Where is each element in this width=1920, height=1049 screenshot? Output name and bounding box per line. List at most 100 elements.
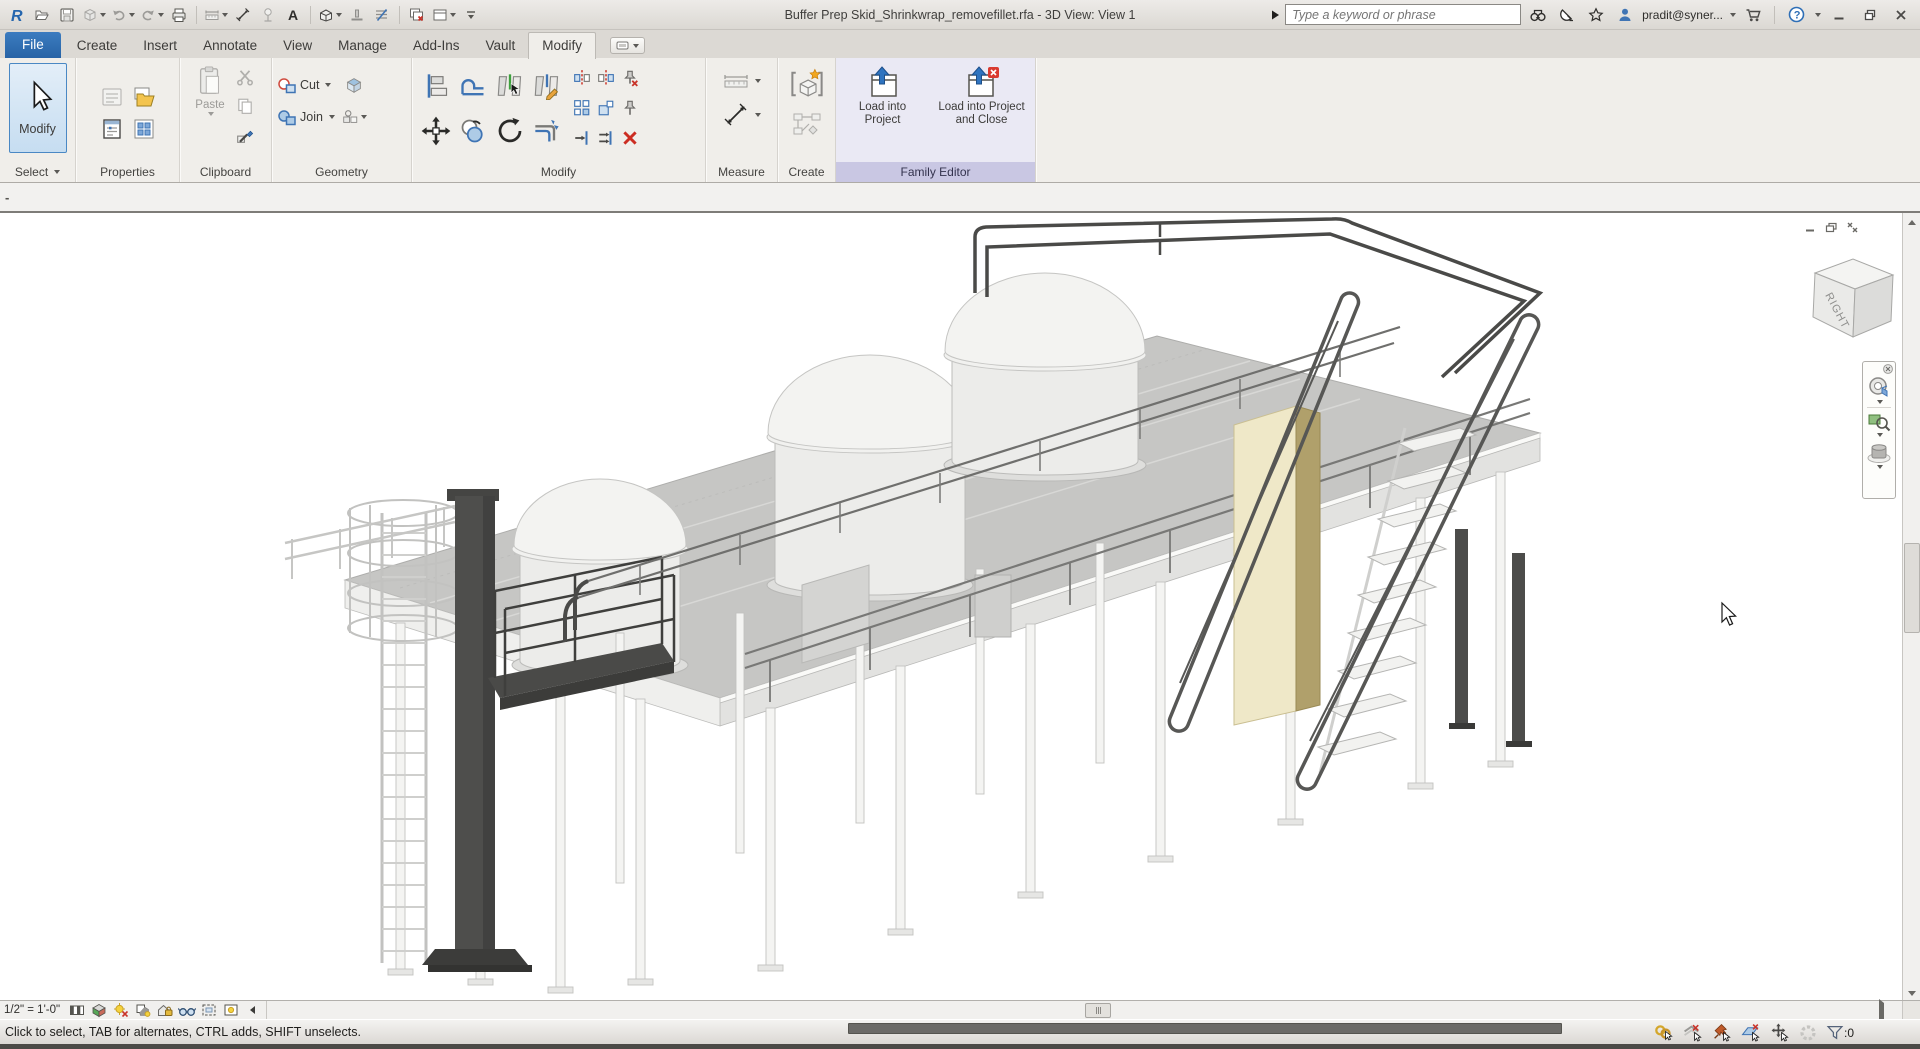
panel-label-family-editor[interactable]: Family Editor [836, 162, 1035, 182]
trim-extend-single-icon[interactable] [573, 129, 591, 147]
3d-mouse-icon[interactable] [1866, 441, 1892, 465]
ribbon-display-toggle[interactable] [610, 37, 645, 54]
pin-icon[interactable] [621, 99, 639, 117]
tag-icon[interactable] [256, 3, 280, 27]
scroll-down-button[interactable] [1904, 985, 1920, 1000]
customize-qat-icon[interactable] [459, 3, 483, 27]
panel-label-clipboard[interactable]: Clipboard [180, 162, 271, 182]
tab-add-ins[interactable]: Add-Ins [400, 33, 473, 59]
match-type-icon[interactable] [232, 122, 258, 148]
panel-label-properties[interactable]: Properties [76, 162, 179, 182]
paste-button[interactable]: Paste [193, 63, 227, 118]
tank-right[interactable] [944, 273, 1146, 481]
navigation-wheel-icon[interactable] [1866, 374, 1892, 400]
tab-create[interactable]: Create [64, 33, 131, 59]
tab-file[interactable]: File [5, 32, 61, 58]
username[interactable]: pradit@syner... [1642, 8, 1723, 22]
tab-modify[interactable]: Modify [528, 32, 596, 59]
select-links-icon[interactable] [1654, 1023, 1674, 1042]
family-category-icon[interactable] [131, 116, 157, 142]
array-icon[interactable] [573, 99, 591, 117]
family-types-icon[interactable] [99, 84, 125, 110]
view-scale[interactable]: 1/2" = 1'-0" [4, 1004, 60, 1016]
sync-icon[interactable] [80, 3, 108, 27]
select-pinned-elements-icon[interactable] [1712, 1023, 1732, 1042]
favorites-icon[interactable] [1584, 3, 1608, 27]
unpin-icon[interactable] [621, 69, 639, 87]
split-with-gap-icon[interactable] [533, 72, 561, 100]
view-bar-scroll-left-icon[interactable] [243, 1002, 262, 1019]
thin-lines-icon[interactable] [370, 3, 394, 27]
scale-icon[interactable] [597, 99, 615, 117]
paint-icon[interactable] [341, 72, 367, 98]
vertical-scrollbar[interactable] [1902, 213, 1920, 1000]
collapsed-panel-indicator[interactable]: - [5, 194, 9, 202]
view-restore-icon[interactable] [1824, 221, 1839, 234]
view-cube[interactable]: RIGHT [1795, 251, 1905, 351]
measure-between-refs-button[interactable] [723, 68, 761, 94]
switch-windows-icon[interactable] [430, 3, 458, 27]
crop-view-icon[interactable] [155, 1002, 174, 1019]
load-into-project-button[interactable]: Load into Project [842, 63, 924, 129]
communication-center-icon[interactable] [1555, 3, 1579, 27]
text-icon[interactable]: A [281, 3, 305, 27]
zoom-tool-icon[interactable] [1867, 411, 1891, 433]
mirror-pick-axis-icon[interactable] [573, 69, 591, 87]
scroll-up-button[interactable] [1904, 214, 1920, 230]
tab-vault[interactable]: Vault [472, 33, 528, 59]
copy-to-clipboard-icon[interactable] [232, 93, 258, 119]
properties-palette-icon[interactable] [99, 116, 125, 142]
tab-view[interactable]: View [270, 33, 325, 59]
tab-insert[interactable]: Insert [130, 33, 190, 59]
panel-label-geometry[interactable]: Geometry [272, 162, 411, 182]
default-3d-view-icon[interactable] [316, 3, 344, 27]
print-icon[interactable] [167, 3, 191, 27]
tab-annotate[interactable]: Annotate [190, 33, 270, 59]
select-elements-by-face-icon[interactable] [1741, 1023, 1761, 1042]
right-dark-columns[interactable] [1449, 529, 1532, 747]
show-crop-region-icon[interactable] [199, 1002, 218, 1019]
view-minimize-icon[interactable] [1803, 221, 1818, 234]
user-icon[interactable] [1613, 3, 1637, 27]
aligned-dimension-button[interactable] [723, 102, 761, 128]
help-icon[interactable]: ? [1784, 3, 1808, 27]
section-icon[interactable] [345, 3, 369, 27]
trim-extend-multiple-icon[interactable] [597, 129, 615, 147]
filter-control[interactable]: :0 [1826, 1024, 1854, 1041]
redo-icon[interactable] [138, 3, 166, 27]
horizontal-scroll-thumb[interactable] [1085, 1003, 1111, 1018]
aligned-dimension-icon[interactable] [231, 3, 255, 27]
save-icon[interactable] [55, 3, 79, 27]
resize-corner[interactable] [1902, 1001, 1920, 1020]
restore-button[interactable] [1857, 4, 1883, 26]
panel-label-create[interactable]: Create [778, 162, 835, 182]
mirror-draw-axis-icon[interactable] [597, 69, 615, 87]
rotate-icon[interactable] [495, 116, 525, 146]
drag-elements-on-selection-icon[interactable] [1770, 1023, 1790, 1042]
load-into-project-close-button[interactable]: Load into Project and Close [934, 63, 1030, 129]
panel-label-modify[interactable]: Modify [412, 162, 705, 182]
modify-tool-button[interactable]: Modify [9, 63, 67, 153]
nested-family-icon[interactable] [790, 110, 824, 140]
search-icon[interactable] [1526, 3, 1550, 27]
cart-icon[interactable] [1741, 3, 1765, 27]
view-close-icon[interactable] [1845, 221, 1860, 234]
align-icon[interactable] [422, 72, 450, 100]
cut-to-clipboard-icon[interactable] [232, 64, 258, 90]
copy-icon[interactable] [459, 117, 487, 145]
cope-icon[interactable] [459, 72, 487, 100]
create-component-icon[interactable] [787, 64, 827, 104]
link-geometry-icon[interactable] [341, 104, 367, 130]
minimize-button[interactable] [1826, 4, 1852, 26]
offset-icon[interactable] [533, 117, 561, 145]
reveal-hidden-elements-icon[interactable] [221, 1002, 240, 1019]
detail-level-icon[interactable] [67, 1002, 86, 1019]
undo-icon[interactable] [109, 3, 137, 27]
panel-label-measure[interactable]: Measure [706, 162, 777, 182]
visual-style-icon[interactable] [89, 1002, 108, 1019]
sun-path-icon[interactable] [111, 1002, 130, 1019]
cut-geometry-button[interactable]: Cut [277, 72, 331, 98]
split-element-icon[interactable] [496, 72, 524, 100]
search-input[interactable] [1285, 4, 1521, 25]
tab-manage[interactable]: Manage [325, 33, 400, 59]
